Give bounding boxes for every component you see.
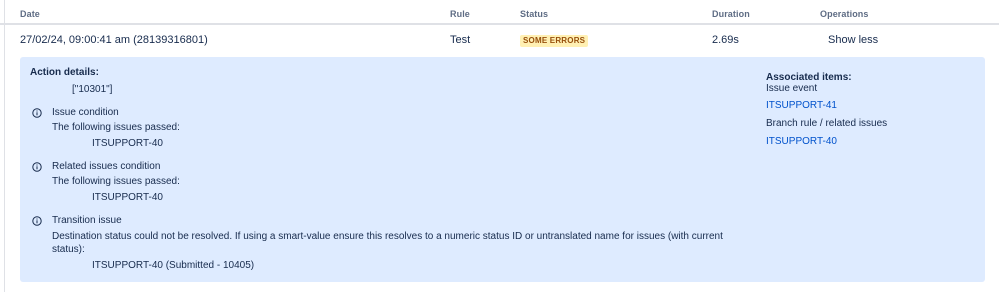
branch-rule-link[interactable]: ITSUPPORT-40 bbox=[766, 136, 837, 147]
column-header-operations: Operations bbox=[820, 9, 869, 19]
related-issues-condition-title: Related issues condition bbox=[52, 161, 161, 172]
info-icon bbox=[32, 108, 42, 118]
audit-log-page: Date Rule Status Duration Operations 27/… bbox=[0, 0, 999, 292]
issue-condition-description: The following issues passed: bbox=[52, 122, 180, 133]
issue-event-link[interactable]: ITSUPPORT-41 bbox=[766, 100, 837, 111]
action-details-panel: Action details: ["10301"] Issue conditio… bbox=[20, 57, 985, 282]
transition-issue-description: Destination status could not be resolved… bbox=[52, 231, 723, 255]
column-header-rule[interactable]: Rule bbox=[450, 9, 470, 19]
action-details-label: Action details: bbox=[30, 67, 99, 78]
row-date: 27/02/24, 09:00:41 am (28139316801) bbox=[20, 34, 208, 46]
row-duration: 2.69s bbox=[712, 34, 739, 46]
column-header-date[interactable]: Date bbox=[20, 9, 40, 19]
info-icon bbox=[32, 162, 42, 172]
table-row: 27/02/24, 09:00:41 am (28139316801) Test… bbox=[0, 25, 999, 55]
status-badge: SOME ERRORS bbox=[520, 35, 589, 47]
column-header-status[interactable]: Status bbox=[520, 9, 548, 19]
show-less-button[interactable]: Show less bbox=[828, 34, 878, 46]
info-icon bbox=[32, 216, 42, 226]
table-header: Date Rule Status Duration Operations bbox=[0, 0, 999, 25]
issue-condition-title: Issue condition bbox=[52, 107, 119, 118]
action-value: ["10301"] bbox=[72, 84, 113, 95]
column-header-duration[interactable]: Duration bbox=[712, 9, 750, 19]
branch-rule-label: Branch rule / related issues bbox=[766, 118, 888, 129]
issue-event-label: Issue event bbox=[766, 83, 818, 94]
transition-issue-item: ITSUPPORT-40 (Submitted - 10405) bbox=[92, 260, 255, 271]
related-issues-condition-item: ITSUPPORT-40 bbox=[92, 192, 163, 203]
transition-issue-title: Transition issue bbox=[52, 215, 122, 226]
row-rule: Test bbox=[450, 34, 471, 46]
associated-items-label: Associated items: bbox=[766, 72, 852, 83]
issue-condition-item: ITSUPPORT-40 bbox=[92, 138, 163, 149]
related-issues-condition-description: The following issues passed: bbox=[52, 176, 180, 187]
